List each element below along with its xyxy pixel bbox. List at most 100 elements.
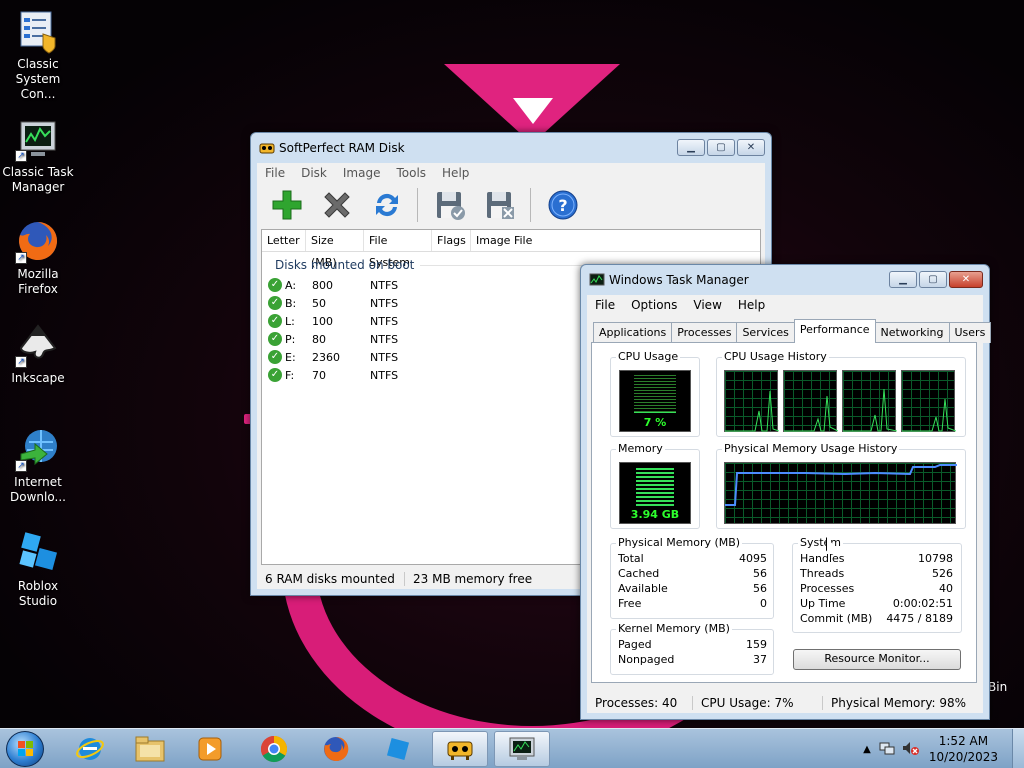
menu-file[interactable]: File bbox=[587, 298, 623, 312]
desktop-icon-firefox[interactable]: ↗ Mozilla Firefox bbox=[0, 218, 76, 297]
remove-disk-button[interactable] bbox=[317, 187, 357, 223]
desktop-icon-label: Roblox Studio bbox=[17, 579, 59, 608]
system-label: System bbox=[798, 536, 844, 549]
tab-networking[interactable]: Networking bbox=[874, 322, 950, 343]
disk-fs: NTFS bbox=[370, 350, 399, 364]
refresh-button[interactable] bbox=[367, 187, 407, 223]
delete-image-button[interactable] bbox=[480, 187, 520, 223]
x-icon bbox=[324, 192, 350, 218]
tab-processes[interactable]: Processes bbox=[671, 322, 738, 343]
taskbar-file-explorer[interactable] bbox=[122, 731, 178, 767]
stat-label: Available bbox=[618, 582, 668, 595]
stat-value: 4095 bbox=[739, 552, 767, 565]
physical-memory-label: Physical Memory (MB) bbox=[616, 536, 743, 549]
cpu-history-label: CPU Usage History bbox=[722, 350, 829, 363]
ramdisk-titlebar[interactable]: SoftPerfect RAM Disk ▁ ▢ ✕ bbox=[251, 133, 771, 163]
desktop-icon-control-panel[interactable]: Classic System Con... bbox=[0, 8, 76, 102]
add-disk-button[interactable] bbox=[267, 187, 307, 223]
media-player-icon bbox=[198, 737, 222, 761]
cpu-history-graph-core-3 bbox=[842, 370, 898, 432]
minimize-button[interactable]: ▁ bbox=[677, 139, 705, 156]
help-button[interactable]: ? bbox=[543, 187, 583, 223]
menu-image[interactable]: Image bbox=[335, 166, 389, 180]
column-header-image-file[interactable]: Image File bbox=[471, 230, 760, 251]
ramdisk-title: SoftPerfect RAM Disk bbox=[279, 141, 405, 155]
disk-letter: A: bbox=[285, 278, 297, 292]
column-header-filesystem[interactable]: File System bbox=[364, 230, 432, 269]
task-manager-menubar: File Options View Help bbox=[587, 295, 983, 315]
svg-text:?: ? bbox=[558, 196, 567, 215]
stat-value: 159 bbox=[746, 638, 767, 651]
firefox-icon bbox=[324, 736, 349, 761]
close-button[interactable]: ✕ bbox=[949, 271, 983, 288]
network-icon[interactable] bbox=[879, 740, 895, 759]
column-header-flags[interactable]: Flags bbox=[432, 230, 471, 251]
column-header-size[interactable]: Size (MB) bbox=[306, 230, 364, 269]
tab-services[interactable]: Services bbox=[736, 322, 795, 343]
show-desktop-button[interactable] bbox=[1012, 729, 1024, 768]
disk-size: 50 bbox=[312, 296, 326, 310]
task-manager-titlebar[interactable]: Windows Task Manager ▁ ▢ ✕ bbox=[581, 265, 989, 295]
menu-view[interactable]: View bbox=[685, 298, 729, 312]
menu-disk[interactable]: Disk bbox=[293, 166, 335, 180]
menu-help[interactable]: Help bbox=[434, 166, 477, 180]
column-header-letter[interactable]: Letter bbox=[262, 230, 306, 251]
taskbar-firefox[interactable] bbox=[308, 731, 364, 767]
taskbar-task-manager[interactable] bbox=[494, 731, 550, 767]
taskbar-media-player[interactable] bbox=[182, 731, 238, 767]
stat-value: 4475 / 8189 bbox=[886, 612, 953, 625]
desktop-icon-inkscape[interactable]: ↗ Inkscape bbox=[0, 322, 76, 386]
tab-performance[interactable]: Performance bbox=[793, 319, 876, 343]
maximize-button[interactable]: ▢ bbox=[919, 271, 947, 288]
tab-applications[interactable]: Applications bbox=[593, 322, 673, 343]
stat-value: 37 bbox=[753, 653, 767, 666]
shortcut-arrow-icon: ↗ bbox=[15, 150, 27, 162]
close-button[interactable]: ✕ bbox=[737, 139, 765, 156]
system-stats: Handles 10798 Threads 526 Processes 40 Up T… bbox=[800, 552, 953, 627]
disk-fs: NTFS bbox=[370, 332, 399, 346]
taskbar-roblox-studio[interactable] bbox=[370, 731, 426, 767]
start-button[interactable] bbox=[6, 731, 44, 767]
recycle-bin-label[interactable]: Bin bbox=[988, 680, 1007, 694]
show-hidden-icons-chevron-icon[interactable]: ▲ bbox=[863, 744, 871, 755]
taskbar-internet-explorer[interactable] bbox=[62, 731, 118, 767]
task-manager-icon bbox=[509, 737, 535, 760]
stat-value: 0:00:02:51 bbox=[892, 597, 953, 610]
disk-fs: NTFS bbox=[370, 314, 399, 328]
status-physical-memory: Physical Memory: 98% bbox=[831, 696, 967, 710]
desktop: Bin Classic System Con... ↗ Classic Task… bbox=[0, 0, 1024, 728]
menu-file[interactable]: File bbox=[257, 166, 293, 180]
shortcut-arrow-icon: ↗ bbox=[15, 252, 27, 264]
desktop-icon-download-manager[interactable]: ↗ Internet Downlo... bbox=[0, 426, 76, 505]
taskbar-ramdisk[interactable] bbox=[432, 731, 488, 767]
resource-monitor-button[interactable]: Resource Monitor... bbox=[793, 649, 961, 670]
clock[interactable]: 1:52 AM 10/20/2023 bbox=[919, 733, 1012, 765]
ramdisk-icon bbox=[447, 741, 473, 760]
stat-label: Up Time bbox=[800, 597, 846, 610]
menu-help[interactable]: Help bbox=[730, 298, 773, 312]
volume-muted-icon[interactable] bbox=[901, 740, 919, 759]
stat-label: Cached bbox=[618, 567, 660, 580]
desktop-icon-label: Mozilla Firefox bbox=[17, 267, 59, 296]
control-panel-icon bbox=[15, 8, 61, 54]
stat-label: Nonpaged bbox=[618, 653, 675, 666]
maximize-button[interactable]: ▢ bbox=[707, 139, 735, 156]
task-manager-title: Windows Task Manager bbox=[609, 273, 749, 287]
menu-tools[interactable]: Tools bbox=[388, 166, 434, 180]
memory-history-graph bbox=[724, 462, 957, 524]
floppy-x-icon bbox=[487, 192, 514, 219]
stat-label: Commit (MB) bbox=[800, 612, 873, 625]
help-icon: ? bbox=[548, 190, 578, 220]
save-image-button[interactable] bbox=[430, 187, 470, 223]
tab-users[interactable]: Users bbox=[948, 322, 992, 343]
desktop-icon-task-manager[interactable]: ↗ Classic Task Manager bbox=[0, 116, 76, 195]
menu-options[interactable]: Options bbox=[623, 298, 685, 312]
desktop-icon-roblox-studio[interactable]: Roblox Studio bbox=[0, 530, 76, 609]
task-manager-window[interactable]: Windows Task Manager ▁ ▢ ✕ File Options … bbox=[580, 264, 992, 720]
task-manager-statusbar: Processes: 40 CPU Usage: 7% Physical Mem… bbox=[587, 693, 983, 713]
cpu-usage-bars bbox=[634, 375, 676, 415]
taskbar-chrome[interactable] bbox=[246, 731, 302, 767]
disk-size: 70 bbox=[312, 368, 326, 382]
performance-panel: CPU Usage 7 % CPU Usage History Memory 3… bbox=[591, 342, 977, 683]
minimize-button[interactable]: ▁ bbox=[889, 271, 917, 288]
